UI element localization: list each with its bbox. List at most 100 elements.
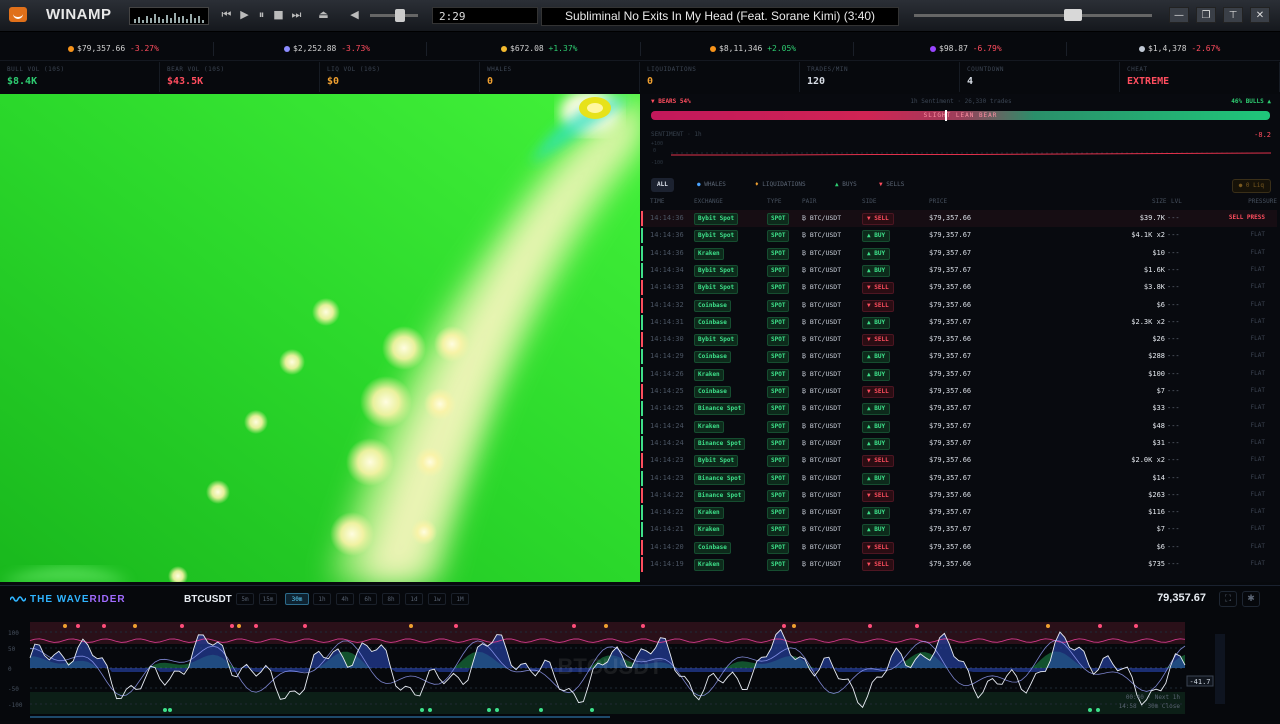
trade-price: $79,357.67 (929, 473, 972, 482)
shade-icon[interactable]: ⊤ (1223, 7, 1243, 23)
minimize-icon[interactable]: — (1169, 7, 1189, 23)
trade-pressure: FLAT (1250, 352, 1265, 360)
axis-tick: 50 (8, 646, 16, 653)
timeframe-4h[interactable]: 4h (336, 593, 354, 605)
up-arrow-icon: ▲ (867, 509, 871, 517)
trade-pressure: FLAT (1250, 317, 1265, 325)
trade-row[interactable]: 14:14:20 Coinbase SPOT ₿ BTC/USDT ▼ SELL $79,… (641, 539, 1277, 556)
stat-cell: LIQUIDATIONS 0 (640, 62, 800, 92)
filter-all[interactable]: ALL (651, 178, 674, 192)
trade-time: 14:14:24 (650, 421, 684, 430)
settings-icon[interactable]: ✱ (1242, 591, 1260, 607)
trade-row[interactable]: 14:14:24 Kraken SPOT ₿ BTC/USDT ▲ BUY $79,357… (641, 418, 1277, 435)
stop-icon[interactable]: ■ (271, 7, 286, 23)
timeframe-1d[interactable]: 1d (405, 593, 423, 605)
trade-row[interactable]: 14:14:19 Kraken SPOT ₿ BTC/USDT ▼ SELL $79,35… (641, 556, 1277, 573)
next-track-icon[interactable]: ⏭ (289, 7, 304, 23)
trade-pair: ₿ BTC/USDT (802, 317, 842, 326)
filter-liquidations[interactable]: ♦ LIQUIDATIONS (749, 178, 812, 192)
trade-row[interactable]: 14:14:23 Binance Spot SPOT ₿ BTC/USDT ▲ BUY $… (641, 470, 1277, 487)
trade-size: $100 (1148, 369, 1165, 378)
trade-price: $79,357.67 (929, 265, 972, 274)
sell-signal-dot (254, 624, 258, 628)
ticker-item[interactable]: $1,4,378 -2.67% (1139, 38, 1220, 60)
trade-row[interactable]: 14:14:32 Coinbase SPOT ₿ BTC/USDT ▼ SELL $79,… (641, 297, 1277, 314)
ticker-change: -3.27% (130, 44, 159, 53)
timeframe-5m[interactable]: 5m (236, 593, 254, 605)
ticker-item[interactable]: $672.08 +1.37% (501, 38, 577, 60)
type-badge: SPOT (767, 541, 790, 554)
side-badge: ▼ SELL (862, 455, 894, 468)
exchange-badge: Bybit Spot (694, 455, 739, 468)
trade-row[interactable]: 14:14:30 Bybit Spot SPOT ₿ BTC/USDT ▼ SELL $7… (641, 331, 1277, 348)
filter-buys[interactable]: ▲ BUYS (829, 178, 863, 192)
side-label: SELL (874, 561, 889, 568)
pause-icon[interactable]: ⏸ (254, 7, 269, 23)
trade-level: --- (1167, 300, 1180, 309)
trade-row[interactable]: 14:14:36 Bybit Spot SPOT ₿ BTC/USDT ▲ BUY $79… (641, 227, 1277, 244)
timeframe-1M[interactable]: 1M (451, 593, 469, 605)
timeframe-30m[interactable]: 30m (285, 593, 309, 605)
buy-signal-dot (420, 708, 424, 712)
trade-time: 14:14:31 (650, 317, 684, 326)
trade-row[interactable]: 14:14:24 Binance Spot SPOT ₿ BTC/USDT ▲ BUY $… (641, 435, 1277, 452)
sentiment-tick-top: +100 (651, 141, 664, 147)
close-icon[interactable]: ✕ (1250, 7, 1270, 23)
down-arrow-icon: ▼ (867, 284, 871, 292)
trade-row[interactable]: 14:14:31 Coinbase SPOT ₿ BTC/USDT ▲ BUY $79,3… (641, 314, 1277, 331)
trade-price: $79,357.66 (929, 283, 972, 292)
trade-row[interactable]: 14:14:34 Bybit Spot SPOT ₿ BTC/USDT ▲ BUY $79… (641, 262, 1277, 279)
trade-row[interactable]: 14:14:36 Bybit Spot SPOT ₿ BTC/USDT ▼ SELL $7… (641, 210, 1277, 227)
seek-bar-knob[interactable] (1064, 9, 1082, 21)
trade-pair: ₿ BTC/USDT (802, 248, 842, 257)
ticker-item[interactable]: $98.87 -6.79% (930, 38, 1002, 60)
fullscreen-icon[interactable]: ⛶ (1219, 591, 1237, 607)
winamp-title: WINAMP (46, 6, 112, 23)
filter-whales[interactable]: ● WHALES (691, 178, 732, 192)
winamp-logo-icon[interactable] (9, 7, 27, 22)
trade-row[interactable]: 14:14:36 Kraken SPOT ₿ BTC/USDT ▲ BUY $79,357… (641, 245, 1277, 262)
filter-sells[interactable]: ▼ SELLS (873, 178, 910, 192)
trade-row[interactable]: 14:14:25 Binance Spot SPOT ₿ BTC/USDT ▲ BUY $… (641, 400, 1277, 417)
timeframe-6h[interactable]: 6h (359, 593, 377, 605)
trade-row[interactable]: 14:14:26 Kraken SPOT ₿ BTC/USDT ▲ BUY $79,357… (641, 366, 1277, 383)
restore-icon[interactable]: ❐ (1196, 7, 1216, 23)
timeframe-15m[interactable]: 15m (259, 593, 277, 605)
timeframe-1w[interactable]: 1w (428, 593, 446, 605)
ticker-item[interactable]: $8,11,346 +2.05% (710, 38, 796, 60)
timeframe-8h[interactable]: 8h (382, 593, 400, 605)
previous-track-icon[interactable]: ⏮ (219, 7, 234, 23)
side-label: BUY (874, 509, 886, 517)
trade-row[interactable]: 14:14:22 Kraken SPOT ₿ BTC/USDT ▲ BUY $79,357… (641, 504, 1277, 521)
trade-row[interactable]: 14:14:33 Bybit Spot SPOT ₿ BTC/USDT ▼ SELL $7… (641, 279, 1277, 296)
type-badge: SPOT (767, 351, 790, 364)
ticker-item[interactable]: $2,252.88 -3.73% (284, 38, 370, 60)
trade-price: $79,357.66 (929, 456, 972, 465)
trade-row[interactable]: 14:14:22 Binance Spot SPOT ₿ BTC/USDT ▼ SELL… (641, 487, 1277, 504)
ticker-item[interactable]: $79,357.66 -3.27% (68, 38, 159, 60)
type-badge: SPOT (767, 472, 790, 485)
trade-time: 14:14:25 (650, 404, 684, 413)
spectrum-visualizer[interactable] (129, 7, 209, 25)
sentiment-bar: SLIGHT LEAN BEAR (651, 110, 1270, 121)
exchange-badge: Coinbase (694, 386, 731, 398)
timeframe-1h[interactable]: 1h (313, 593, 331, 605)
side-indicator-bar (641, 505, 643, 521)
volume-slider[interactable] (370, 14, 418, 17)
eject-icon[interactable]: ⏏ (316, 7, 331, 23)
stat-cell: CHEAT EXTREME (1120, 62, 1280, 92)
play-icon[interactable]: ▶ (237, 7, 252, 23)
trade-row[interactable]: 14:14:29 Coinbase SPOT ₿ BTC/USDT ▲ BUY $79,3… (641, 348, 1277, 365)
trade-row[interactable]: 14:14:25 Coinbase SPOT ₿ BTC/USDT ▼ SELL $79,… (641, 383, 1277, 400)
volume-slider-knob[interactable] (395, 9, 405, 22)
trade-row[interactable]: 14:14:23 Bybit Spot SPOT ₿ BTC/USDT ▼ SELL $7… (641, 452, 1277, 469)
col-price: PRICE (929, 198, 948, 205)
trade-row[interactable]: 14:14:21 Kraken SPOT ₿ BTC/USDT ▲ BUY $79,357… (641, 521, 1277, 538)
sentiment-line (671, 152, 1271, 156)
ticker-separator (853, 42, 854, 56)
seek-bar[interactable] (914, 14, 1152, 17)
side-badge: ▼ SELL (862, 559, 894, 571)
trade-size: $14 (1152, 473, 1165, 482)
down-arrow-icon: ▼ (867, 491, 871, 499)
exchange-badge: Coinbase (694, 316, 731, 329)
